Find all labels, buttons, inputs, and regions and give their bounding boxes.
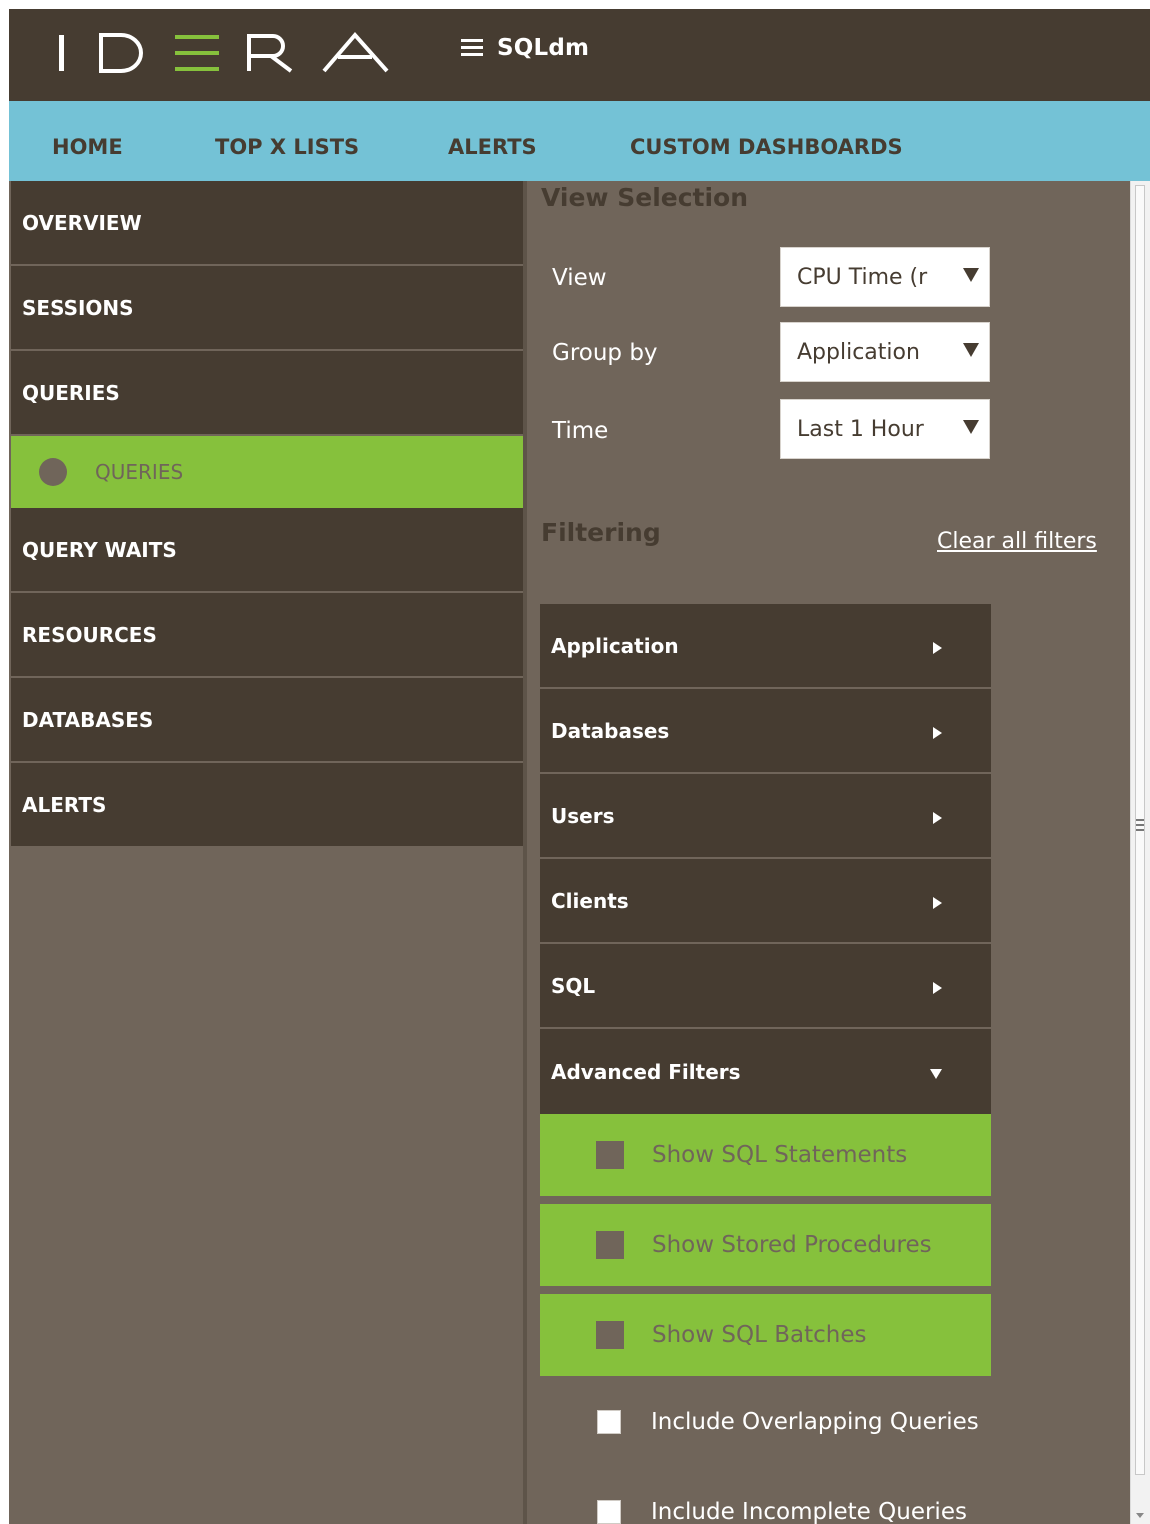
sidebar-item-databases[interactable]: DATABASES xyxy=(11,678,523,763)
bullet-dot-icon xyxy=(39,458,67,486)
sidebar-item-label: RESOURCES xyxy=(22,622,157,647)
expand-arrow-icon xyxy=(933,812,942,824)
tab-home[interactable]: HOME xyxy=(52,101,123,181)
sidebar-item-query-waits[interactable]: QUERY WAITS xyxy=(11,508,523,593)
option-checkbox[interactable] xyxy=(596,1231,624,1259)
checkbox[interactable] xyxy=(597,1500,621,1524)
view-select-value: CPU Time (r xyxy=(797,264,928,290)
sidebar-item-sessions[interactable]: SESSIONS xyxy=(11,266,523,351)
tab-alerts[interactable]: ALERTS xyxy=(448,101,537,181)
filter-group-sql[interactable]: SQL xyxy=(540,944,991,1029)
view-label: View xyxy=(552,265,607,291)
show-sql-statements-option[interactable]: Show SQL Statements xyxy=(540,1114,991,1196)
filter-group-application[interactable]: Application xyxy=(540,604,991,689)
sidebar-item-label: ALERTS xyxy=(22,792,107,817)
time-label: Time xyxy=(552,418,609,444)
filter-group-users[interactable]: Users xyxy=(540,774,991,859)
option-label: Show SQL Statements xyxy=(652,1142,908,1168)
sidebar-item-label: OVERVIEW xyxy=(22,210,142,235)
sidebar-item-queries[interactable]: QUERIES xyxy=(11,351,523,436)
expand-arrow-icon xyxy=(933,897,942,909)
collapse-arrow-icon xyxy=(930,1069,942,1079)
filtering-title: Filtering xyxy=(541,518,661,547)
filter-groups: Application Databases Users Clients SQL … xyxy=(540,604,991,1384)
option-checkbox[interactable] xyxy=(596,1141,624,1169)
expand-arrow-icon xyxy=(933,642,942,654)
filter-panel: View Selection View CPU Time (r Group by… xyxy=(527,181,1127,1524)
sidebar-item-label: QUERY WAITS xyxy=(22,537,177,562)
sidebar-item-resources[interactable]: RESOURCES xyxy=(11,593,523,678)
hamburger-icon[interactable] xyxy=(461,39,483,57)
filter-group-databases[interactable]: Databases xyxy=(540,689,991,774)
time-select-value: Last 1 Hour xyxy=(797,416,924,442)
view-select[interactable]: CPU Time (r xyxy=(780,247,990,307)
sidebar: OVERVIEW SESSIONS QUERIES QUERIES QUERY … xyxy=(11,181,523,848)
app-menu-button[interactable]: SQLdm xyxy=(461,35,589,61)
grip-icon xyxy=(1136,819,1144,833)
include-incomplete-queries-checkbox[interactable]: Include Incomplete Queries xyxy=(597,1499,967,1524)
app-window: SQLdm HOME TOP X LISTS ALERTS CUSTOM DAS… xyxy=(9,9,1150,1524)
expand-arrow-icon xyxy=(933,982,942,994)
dropdown-arrow-icon xyxy=(963,420,979,434)
checkbox-label: Include Overlapping Queries xyxy=(651,1409,979,1435)
sidebar-item-label: QUERIES xyxy=(22,380,120,405)
app-name: SQLdm xyxy=(497,35,590,61)
sidebar-subitem-queries[interactable]: QUERIES xyxy=(11,436,523,508)
include-overlapping-queries-checkbox[interactable]: Include Overlapping Queries xyxy=(597,1409,979,1435)
dropdown-arrow-icon xyxy=(963,343,979,357)
filter-group-clients[interactable]: Clients xyxy=(540,859,991,944)
idera-logo xyxy=(59,31,389,73)
filter-group-label: SQL xyxy=(551,973,596,998)
filter-group-label: Advanced Filters xyxy=(551,1059,741,1084)
dropdown-arrow-icon xyxy=(963,268,979,282)
sidebar-item-alerts[interactable]: ALERTS xyxy=(11,763,523,848)
filter-group-advanced-filters[interactable]: Advanced Filters xyxy=(540,1029,991,1114)
show-stored-procedures-option[interactable]: Show Stored Procedures xyxy=(540,1204,991,1286)
filter-group-label: Users xyxy=(551,803,615,828)
main-nav: HOME TOP X LISTS ALERTS CUSTOM DASHBOARD… xyxy=(9,101,1150,181)
sidebar-item-label: SESSIONS xyxy=(22,295,134,320)
tab-top-x-lists[interactable]: TOP X LISTS xyxy=(215,101,359,181)
group-by-label: Group by xyxy=(552,340,658,366)
option-label: Show Stored Procedures xyxy=(652,1232,932,1258)
time-select[interactable]: Last 1 Hour xyxy=(780,399,990,459)
view-selection-title: View Selection xyxy=(541,183,749,212)
group-by-select[interactable]: Application xyxy=(780,322,990,382)
checkbox[interactable] xyxy=(597,1410,621,1434)
show-sql-batches-option[interactable]: Show SQL Batches xyxy=(540,1294,991,1376)
tab-custom-dashboards[interactable]: CUSTOM DASHBOARDS xyxy=(630,101,903,181)
sidebar-item-label: DATABASES xyxy=(22,707,154,732)
sidebar-subitem-label: QUERIES xyxy=(95,460,184,484)
sidebar-item-overview[interactable]: OVERVIEW xyxy=(11,181,523,266)
filter-group-label: Clients xyxy=(551,888,629,913)
top-header: SQLdm xyxy=(9,9,1150,101)
clear-all-filters-link[interactable]: Clear all filters xyxy=(937,529,1097,554)
option-checkbox[interactable] xyxy=(596,1321,624,1349)
filter-group-label: Application xyxy=(551,633,679,658)
scroll-down-arrow-icon[interactable] xyxy=(1136,1513,1144,1518)
group-by-select-value: Application xyxy=(797,339,920,365)
vertical-scrollbar[interactable] xyxy=(1130,181,1150,1524)
checkbox-label: Include Incomplete Queries xyxy=(651,1499,967,1524)
filter-group-label: Databases xyxy=(551,718,670,743)
expand-arrow-icon xyxy=(933,727,942,739)
option-label: Show SQL Batches xyxy=(652,1322,867,1348)
